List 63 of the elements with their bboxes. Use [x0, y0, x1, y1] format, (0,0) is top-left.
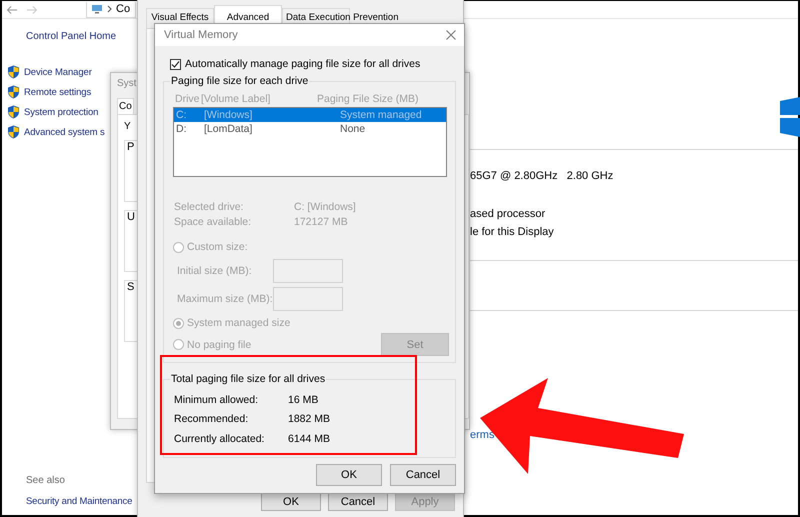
close-icon[interactable] — [446, 30, 456, 40]
total-value: 1882 MB — [288, 413, 332, 426]
computer-icon — [91, 4, 103, 14]
checkbox[interactable] — [170, 58, 181, 70]
address-bar[interactable]: Co — [86, 2, 136, 18]
info-label: Selected drive: — [174, 201, 244, 213]
field-label: Maximum size (MB): — [177, 293, 273, 305]
system-info-text: ased processor — [470, 208, 546, 220]
window-title: Syst — [117, 78, 136, 91]
group-title: U — [127, 211, 135, 223]
total-label: Recommended: — [174, 413, 250, 426]
sidebar-link[interactable]: Control Panel Home — [26, 31, 116, 42]
column-header: Paging File Size (MB) — [317, 93, 420, 105]
back-arrow-icon[interactable] — [6, 4, 18, 14]
shield-icon — [7, 125, 20, 139]
group-title: P — [127, 141, 134, 153]
tab[interactable]: Co — [117, 98, 134, 114]
shield-icon — [7, 65, 20, 79]
shield-icon — [7, 85, 20, 99]
section-heading: See also — [26, 475, 65, 486]
dialog-button[interactable]: Cancel — [390, 464, 456, 486]
input-field[interactable] — [273, 287, 343, 311]
info-label: Space available: — [174, 216, 252, 228]
total-value: 6144 MB — [288, 432, 332, 445]
shield-icon — [7, 105, 20, 119]
column-header: Drive — [175, 93, 201, 105]
sidebar-item[interactable]: Device Manager — [7, 62, 92, 82]
total-label: Minimum allowed: — [174, 394, 260, 406]
window-title: Virtual Memory — [164, 29, 238, 41]
dialog-button[interactable]: OK — [316, 464, 382, 486]
drive-list[interactable]: C: [Windows] System managed D: [LomData] None — [173, 107, 447, 177]
drive-row[interactable]: D: [LomData] None — [174, 122, 446, 136]
sidebar-item[interactable]: Advanced system s — [7, 122, 105, 142]
group-title: S — [127, 281, 134, 293]
forward-arrow-icon[interactable] — [26, 4, 38, 14]
see-also-link[interactable]: Security and Maintenance — [26, 496, 132, 507]
field-label: Initial size (MB): — [177, 265, 253, 277]
system-info-text: le for this Display — [470, 226, 554, 238]
sidebar-item[interactable]: Remote settings — [7, 82, 92, 102]
radio-label: Custom size: — [187, 241, 248, 253]
radio-label: No paging file — [187, 338, 252, 350]
dialog-button[interactable]: Cancel — [328, 493, 388, 511]
link[interactable]: erms — [470, 429, 494, 441]
input-field[interactable] — [273, 259, 343, 283]
radio-button[interactable] — [173, 318, 184, 328]
radio-label: System managed size — [187, 317, 290, 329]
sidebar-item[interactable]: System protection — [7, 102, 98, 122]
column-header: [Volume Label] — [201, 93, 272, 105]
checkbox-label: Automatically manage paging file size for all drives — [185, 58, 420, 70]
address-text: Co — [116, 3, 130, 15]
group-title: Paging file size for each drive — [170, 75, 310, 87]
radio-button[interactable] — [173, 242, 184, 252]
info-value: 172127 MB — [294, 216, 349, 228]
total-value: 16 MB — [288, 394, 320, 406]
info-value: C: [Windows] — [294, 201, 357, 213]
group-title: Total paging file size for all drives — [170, 373, 326, 385]
chevron-icon — [107, 5, 112, 13]
dialog-button[interactable]: OK — [261, 493, 321, 511]
radio-button[interactable] — [173, 339, 184, 350]
windows-logo-icon — [780, 97, 800, 137]
system-info-text: 65G7 @ 2.80GHz 2.80 GHz — [470, 170, 614, 182]
intro-text: Y — [124, 121, 131, 132]
total-label: Currently allocated: — [174, 432, 266, 445]
